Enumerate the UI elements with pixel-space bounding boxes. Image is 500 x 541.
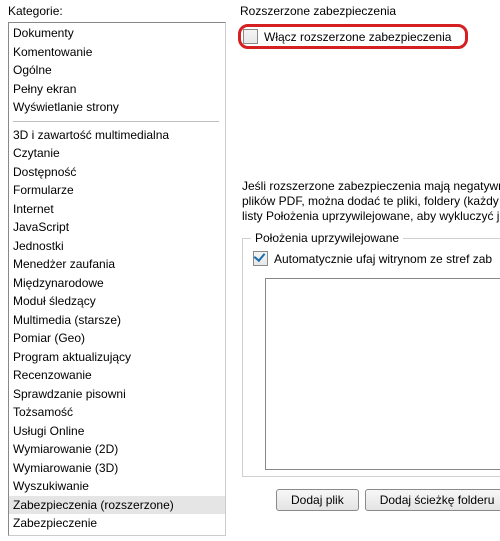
- enable-enhanced-security-checkbox[interactable]: [243, 29, 258, 44]
- category-item[interactable]: Moduł śledzący: [9, 292, 225, 311]
- category-item[interactable]: Czytanie: [9, 144, 225, 163]
- category-item[interactable]: Komentowanie: [9, 43, 225, 62]
- categories-list[interactable]: DokumentyKomentowanieOgólnePełny ekranWy…: [8, 22, 226, 536]
- auto-trust-row[interactable]: Automatycznie ufaj witrynom ze stref zab: [253, 251, 500, 266]
- add-file-button[interactable]: Dodaj plik: [276, 489, 359, 511]
- auto-trust-checkbox[interactable]: [253, 251, 268, 266]
- category-item[interactable]: Internet: [9, 200, 225, 219]
- category-item[interactable]: Program aktualizujący: [9, 348, 225, 367]
- category-item[interactable]: Zabezpieczenia (rozszerzone): [9, 496, 225, 515]
- enable-enhanced-security-row[interactable]: Włącz rozszerzone zabezpieczenia: [238, 24, 468, 49]
- category-item[interactable]: Recenzowanie: [9, 366, 225, 385]
- category-item[interactable]: Menedżer zaufania: [9, 255, 225, 274]
- category-item[interactable]: Usługi Online: [9, 422, 225, 441]
- category-item[interactable]: Pomiar (Geo): [9, 329, 225, 348]
- category-item[interactable]: Multimedia (starsze): [9, 311, 225, 330]
- category-item[interactable]: Ogólne: [9, 61, 225, 80]
- privileged-locations-group: Położenia uprzywilejowane Automatycznie …: [242, 238, 500, 477]
- auto-trust-label: Automatycznie ufaj witrynom ze stref zab: [274, 252, 492, 266]
- enable-enhanced-security-label: Włącz rozszerzone zabezpieczenia: [264, 30, 451, 44]
- category-item[interactable]: Sprawdzanie pisowni: [9, 385, 225, 404]
- privileged-locations-listbox[interactable]: [265, 278, 500, 470]
- category-item[interactable]: Międzynarodowe: [9, 274, 225, 293]
- category-item[interactable]: Dostępność: [9, 163, 225, 182]
- category-item[interactable]: Zabezpieczenie: [9, 514, 225, 533]
- category-item[interactable]: Wyświetlanie strony: [9, 98, 225, 117]
- category-item[interactable]: Pełny ekran: [9, 80, 225, 99]
- category-item[interactable]: Wyszukiwanie: [9, 477, 225, 496]
- category-item[interactable]: 3D i zawartość multimedialna: [9, 126, 225, 145]
- section-title: Rozszerzone zabezpieczenia: [236, 4, 500, 18]
- category-item[interactable]: JavaScript: [9, 218, 225, 237]
- privileged-locations-title: Położenia uprzywilejowane: [251, 231, 403, 245]
- category-item[interactable]: Wymiarowanie (3D): [9, 459, 225, 478]
- category-item[interactable]: Dokumenty: [9, 24, 225, 43]
- category-item[interactable]: Tożsamość: [9, 403, 225, 422]
- description-text: Jeśli rozszerzone zabezpieczenia mają ne…: [236, 179, 500, 224]
- categories-label: Kategorie:: [8, 4, 226, 18]
- category-item[interactable]: Formularze: [9, 181, 225, 200]
- category-separator: [13, 121, 219, 122]
- add-folder-button[interactable]: Dodaj ścieżkę folderu: [365, 489, 500, 511]
- category-item[interactable]: Jednostki: [9, 237, 225, 256]
- category-item[interactable]: Wymiarowanie (2D): [9, 440, 225, 459]
